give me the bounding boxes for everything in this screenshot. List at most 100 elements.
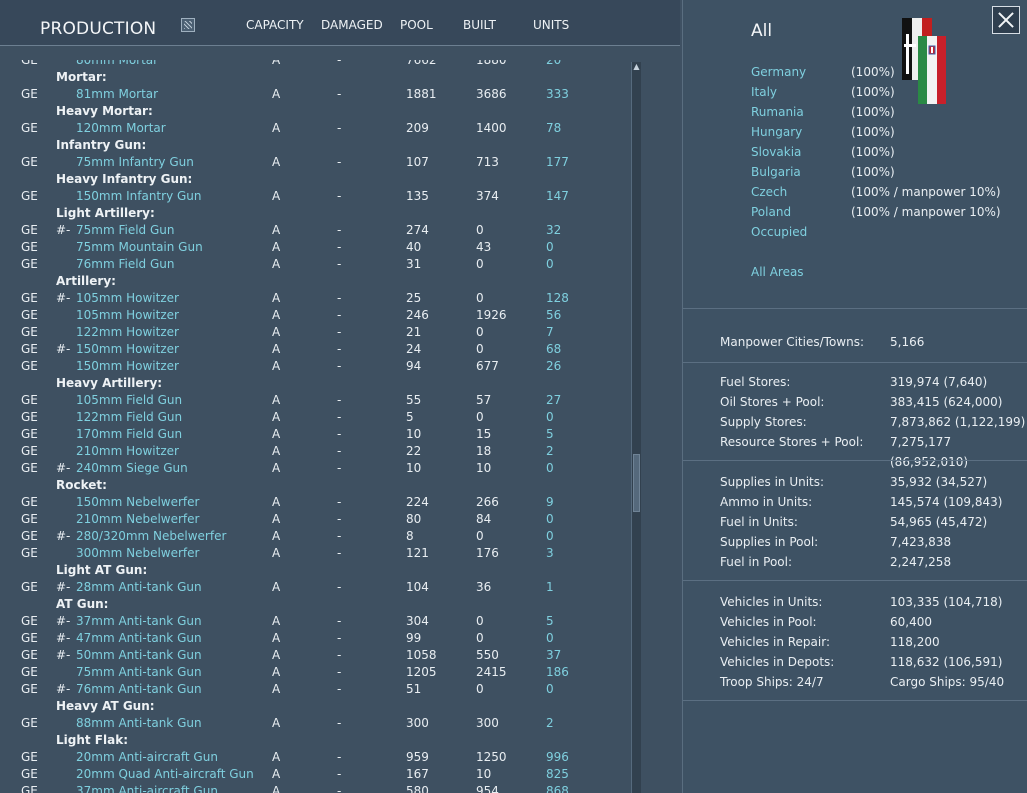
table-row[interactable]: GE 37mm Anti-aircraft Gun A - 580 954 868 (0, 783, 630, 793)
table-row[interactable]: GE 150mm Nebelwerfer A - 224 266 9 (0, 494, 630, 511)
table-row[interactable]: GE #- 75mm Field Gun A - 274 0 32 (0, 222, 630, 239)
capacity-value: A (272, 87, 281, 101)
unit-name[interactable]: 75mm Anti-tank Gun (76, 664, 202, 681)
table-row[interactable]: GE 20mm Quad Anti-aircraft Gun A - 167 10 825 (0, 766, 630, 783)
table-row[interactable]: GE 75mm Mountain Gun A - 40 43 0 (0, 239, 630, 256)
scroll-up-icon[interactable]: ▲ (632, 62, 641, 72)
table-row[interactable]: GE #- 37mm Anti-tank Gun A - 304 0 5 (0, 613, 630, 630)
units-value: 37 (546, 648, 562, 662)
nation-link[interactable]: Slovakia (751, 142, 801, 162)
nation-code: GE (21, 512, 38, 526)
capacity-value: A (272, 223, 281, 237)
nation-link[interactable]: Rumania (751, 102, 804, 122)
unit-name[interactable]: 170mm Field Gun (76, 426, 182, 443)
all-areas-link[interactable]: All Areas (751, 262, 804, 282)
table-row[interactable]: GE 300mm Nebelwerfer A - 121 176 3 (0, 545, 630, 562)
units-value: 868 (546, 784, 569, 793)
nation-link[interactable]: Hungary (751, 122, 802, 142)
table-row[interactable]: GE 81mm Mortar A - 1881 3686 333 (0, 86, 630, 103)
table-row[interactable]: GE #- 240mm Siege Gun A - 10 10 0 (0, 460, 630, 477)
column-header-pool[interactable]: POOL (400, 18, 433, 32)
unit-name[interactable]: 76mm Anti-tank Gun (76, 681, 202, 698)
category-row: Rocket: (0, 477, 630, 494)
filter-toggle-icon[interactable] (181, 18, 195, 32)
nation-link[interactable]: Bulgaria (751, 162, 801, 182)
table-row[interactable]: GE 170mm Field Gun A - 10 15 5 (0, 426, 630, 443)
unit-name[interactable]: 280/320mm Nebelwerfer (76, 528, 226, 545)
unit-name[interactable]: 75mm Field Gun (76, 222, 174, 239)
unit-name[interactable]: 122mm Howitzer (76, 324, 179, 341)
column-header-units[interactable]: UNITS (533, 18, 569, 32)
unit-name[interactable]: 28mm Anti-tank Gun (76, 579, 202, 596)
table-row[interactable]: GE 122mm Howitzer A - 21 0 7 (0, 324, 630, 341)
table-row[interactable]: GE 75mm Infantry Gun A - 107 713 177 (0, 154, 630, 171)
unit-name[interactable]: 150mm Nebelwerfer (76, 494, 199, 511)
unit-name[interactable]: 75mm Infantry Gun (76, 154, 194, 171)
table-row[interactable]: GE 210mm Nebelwerfer A - 80 84 0 (0, 511, 630, 528)
nation-link[interactable]: Germany (751, 62, 806, 82)
table-row[interactable]: GE 75mm Anti-tank Gun A - 1205 2415 186 (0, 664, 630, 681)
unit-name[interactable]: 88mm Anti-tank Gun (76, 715, 202, 732)
table-row[interactable]: GE 120mm Mortar A - 209 1400 78 (0, 120, 630, 137)
unit-name[interactable]: 80mm Mortar (76, 60, 158, 69)
column-header-built[interactable]: BUILT (463, 18, 496, 32)
unit-name[interactable]: 120mm Mortar (76, 120, 166, 137)
unit-name[interactable]: 240mm Siege Gun (76, 460, 188, 477)
units-value: 56 (546, 308, 562, 322)
category-row: Heavy Infantry Gun: (0, 171, 630, 188)
table-row[interactable]: GE 76mm Field Gun A - 31 0 0 (0, 256, 630, 273)
nation-link[interactable]: Italy (751, 82, 777, 102)
nation-code: GE (21, 614, 38, 628)
units-value: 0 (546, 529, 554, 543)
table-row[interactable]: GE 150mm Howitzer A - 94 677 26 (0, 358, 630, 375)
built-value: 300 (476, 716, 499, 730)
scrollbar[interactable]: ▲ (631, 62, 641, 793)
unit-name[interactable]: 105mm Howitzer (76, 290, 179, 307)
unit-name[interactable]: 20mm Anti-aircraft Gun (76, 749, 218, 766)
column-header-capacity[interactable]: CAPACITY (246, 18, 304, 32)
unit-name[interactable]: 150mm Howitzer (76, 358, 179, 375)
nation-link[interactable]: Czech (751, 182, 787, 202)
unit-name[interactable]: 75mm Mountain Gun (76, 239, 203, 256)
unit-name[interactable]: 20mm Quad Anti-aircraft Gun (76, 766, 254, 783)
unit-name[interactable]: 81mm Mortar (76, 86, 158, 103)
nation-link[interactable]: Poland (751, 202, 791, 222)
close-button[interactable] (992, 6, 1020, 34)
pool-value: 25 (406, 291, 422, 305)
unit-name[interactable]: 300mm Nebelwerfer (76, 545, 199, 562)
pool-value: 274 (406, 223, 429, 237)
unit-name[interactable]: 105mm Field Gun (76, 392, 182, 409)
unit-name[interactable]: 37mm Anti-aircraft Gun (76, 783, 218, 793)
table-row[interactable]: GE #- 47mm Anti-tank Gun A - 99 0 0 (0, 630, 630, 647)
table-row[interactable]: GE 88mm Anti-tank Gun A - 300 300 2 (0, 715, 630, 732)
table-row[interactable]: GE #- 105mm Howitzer A - 25 0 128 (0, 290, 630, 307)
table-row[interactable]: GE #- 50mm Anti-tank Gun A - 1058 550 37 (0, 647, 630, 664)
unit-name[interactable]: 122mm Field Gun (76, 409, 182, 426)
table-row[interactable]: GE 210mm Howitzer A - 22 18 2 (0, 443, 630, 460)
table-row[interactable]: GE #- 76mm Anti-tank Gun A - 51 0 0 (0, 681, 630, 698)
nation-code: GE (21, 682, 38, 696)
unit-name[interactable]: 150mm Infantry Gun (76, 188, 202, 205)
table-row[interactable]: GE #- 28mm Anti-tank Gun A - 104 36 1 (0, 579, 630, 596)
unit-name[interactable]: 37mm Anti-tank Gun (76, 613, 202, 630)
unit-name[interactable]: 150mm Howitzer (76, 341, 179, 358)
table-row[interactable]: GE 80mm Mortar A - 7662 1880 20 (0, 60, 630, 69)
table-row[interactable]: GE #- 150mm Howitzer A - 24 0 68 (0, 341, 630, 358)
capacity-value: A (272, 631, 281, 645)
unit-name[interactable]: 210mm Howitzer (76, 443, 179, 460)
table-row[interactable]: GE 122mm Field Gun A - 5 0 0 (0, 409, 630, 426)
unit-name[interactable]: 210mm Nebelwerfer (76, 511, 199, 528)
table-row[interactable]: GE 105mm Field Gun A - 55 57 27 (0, 392, 630, 409)
unit-name[interactable]: 105mm Howitzer (76, 307, 179, 324)
unit-name[interactable]: 76mm Field Gun (76, 256, 174, 273)
unit-name[interactable]: 50mm Anti-tank Gun (76, 647, 202, 664)
table-row[interactable]: GE 105mm Howitzer A - 246 1926 56 (0, 307, 630, 324)
scrollbar-thumb[interactable] (633, 454, 640, 512)
built-value: 2415 (476, 665, 507, 679)
table-row[interactable]: GE 20mm Anti-aircraft Gun A - 959 1250 996 (0, 749, 630, 766)
column-header-damaged[interactable]: DAMAGED (321, 18, 383, 32)
table-row[interactable]: GE 150mm Infantry Gun A - 135 374 147 (0, 188, 630, 205)
unit-name[interactable]: 47mm Anti-tank Gun (76, 630, 202, 647)
nation-link[interactable]: Occupied (751, 222, 807, 242)
table-row[interactable]: GE #- 280/320mm Nebelwerfer A - 8 0 0 (0, 528, 630, 545)
